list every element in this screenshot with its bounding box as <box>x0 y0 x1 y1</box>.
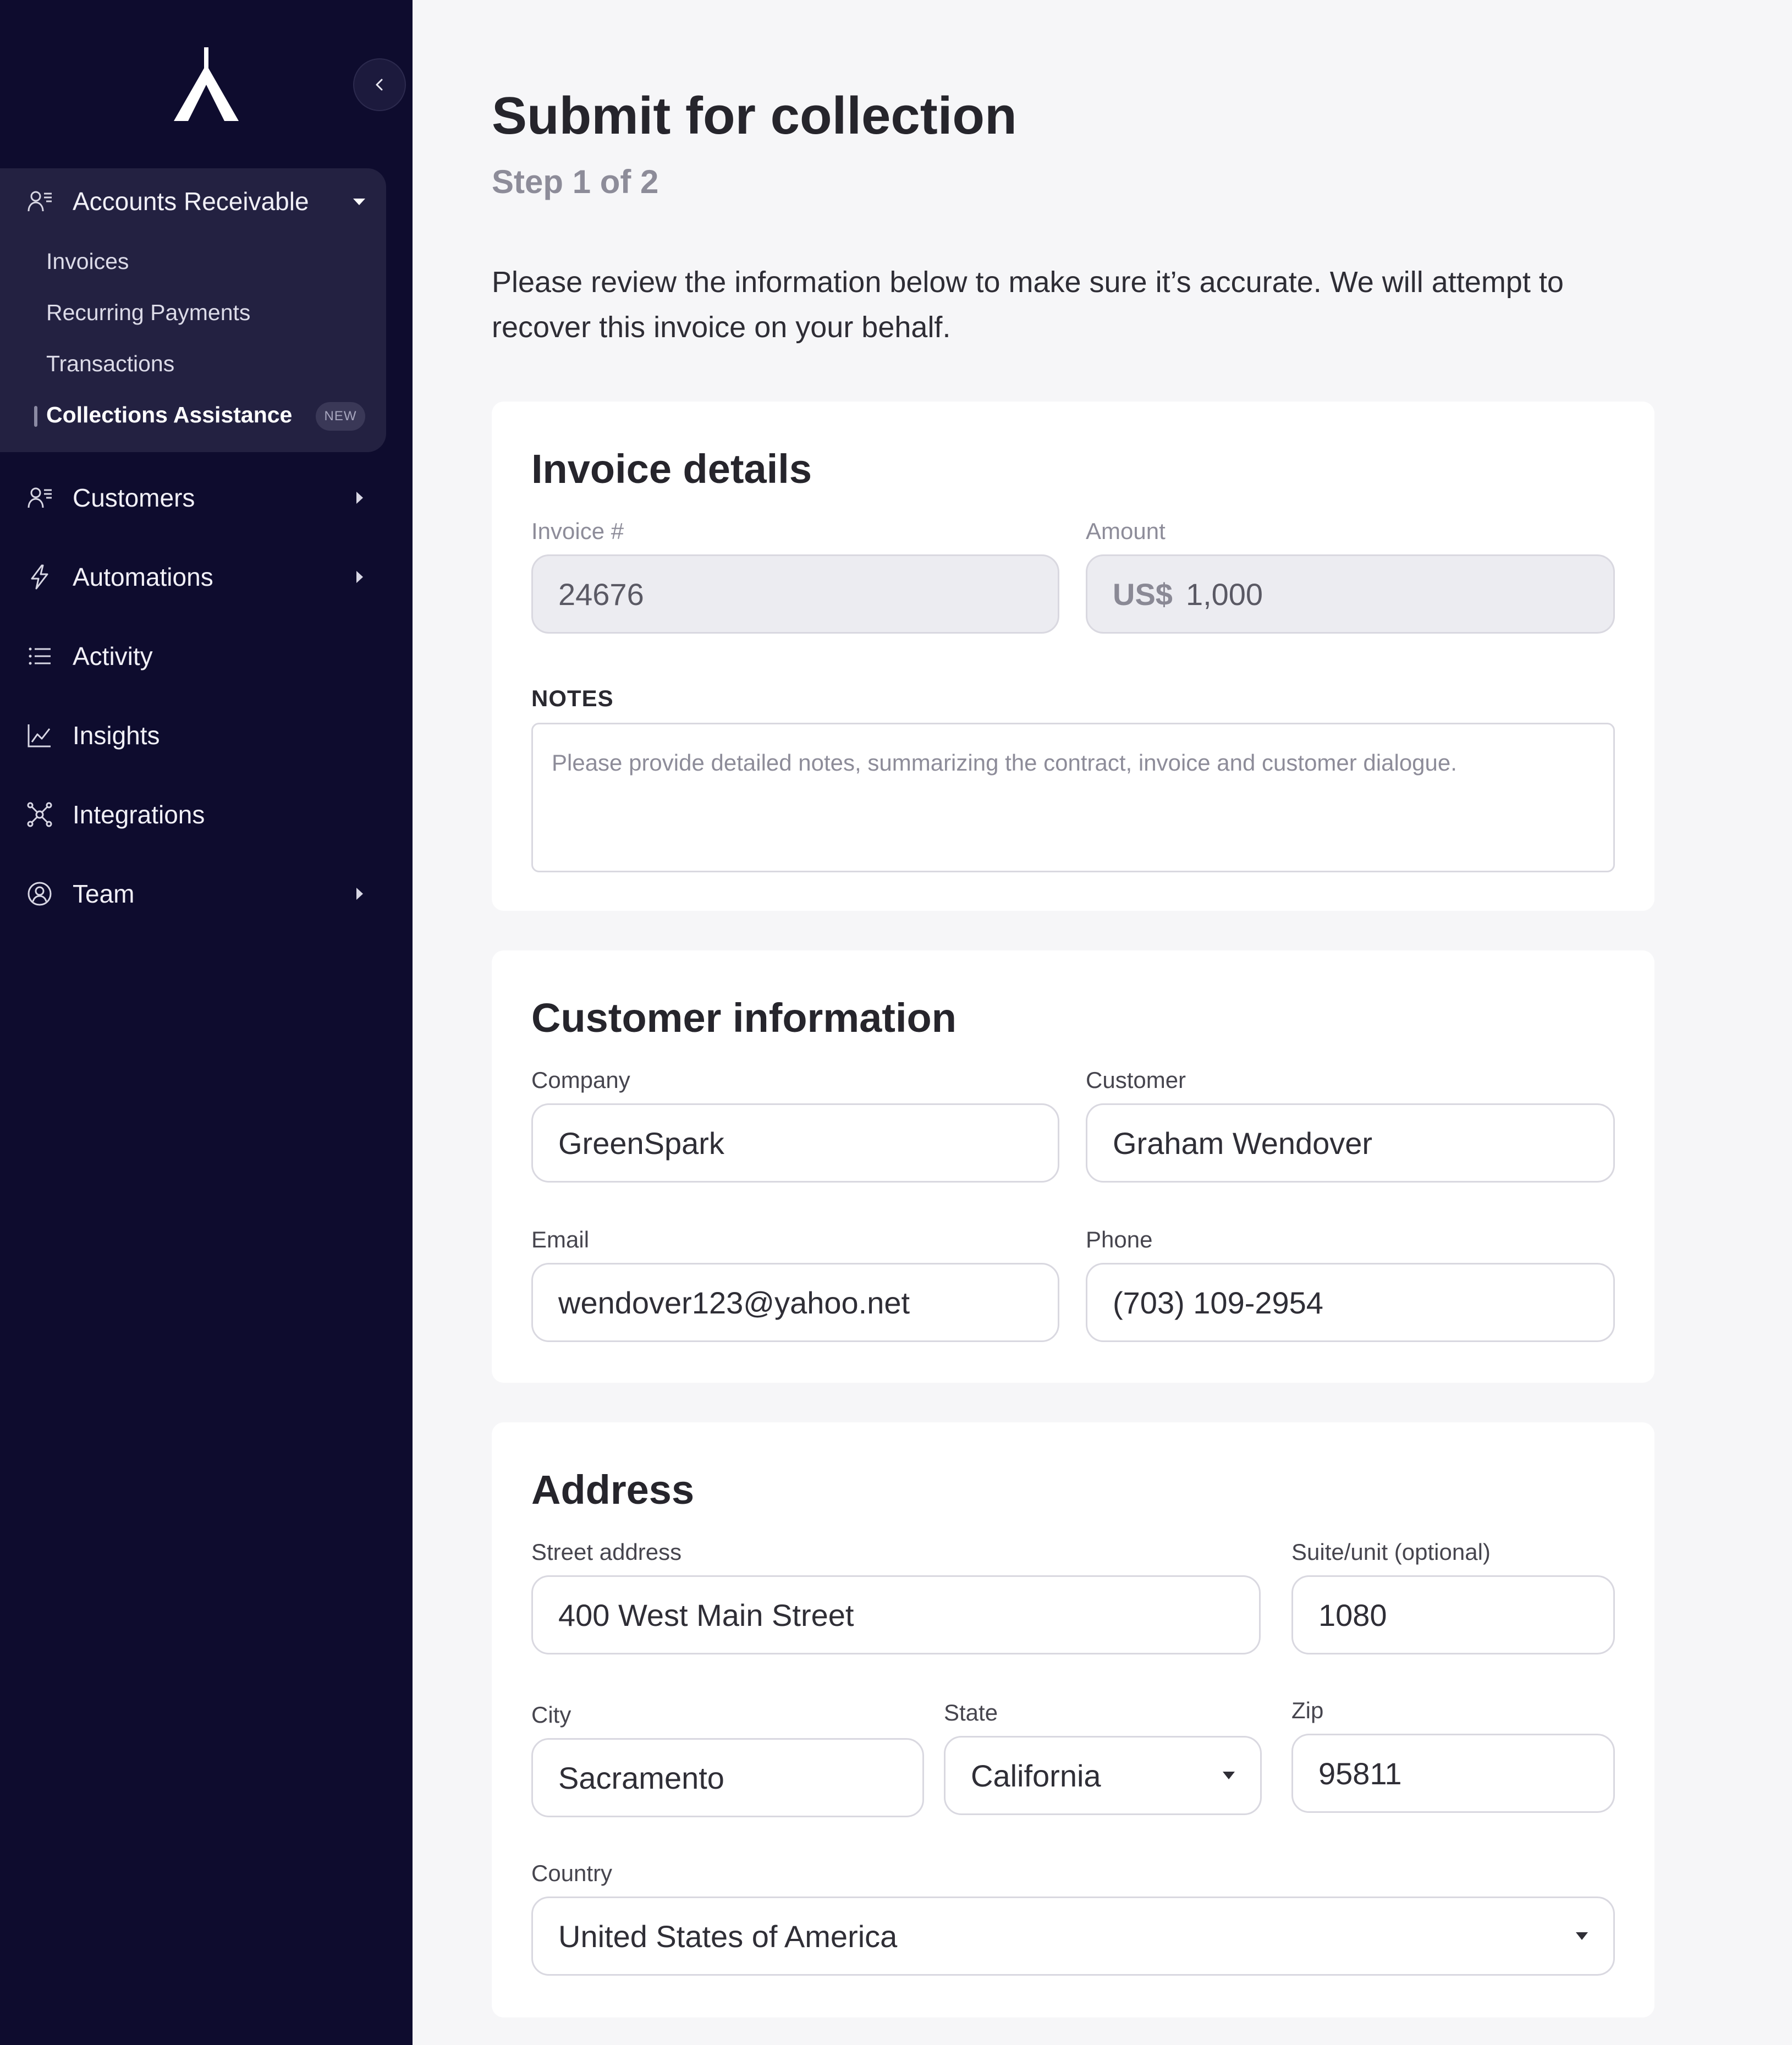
nav-label: Integrations <box>73 800 205 829</box>
user-circle-icon <box>28 882 52 906</box>
email-input[interactable]: wendover123@yahoo.net <box>531 1263 1059 1342</box>
nav-customers[interactable]: Customers <box>0 465 386 531</box>
nav-label: Customers <box>73 483 195 512</box>
city-label: City <box>531 1702 571 1728</box>
country-select[interactable]: United States of America <box>531 1896 1615 1976</box>
caret-down-icon <box>353 199 365 205</box>
nav-integrations[interactable]: Integrations <box>0 782 386 848</box>
dropdown-arrow-icon <box>1223 1772 1235 1779</box>
street-input[interactable]: 400 West Main Street <box>531 1575 1261 1654</box>
suite-value: 1080 <box>1318 1597 1387 1632</box>
country-value: United States of America <box>558 1918 898 1954</box>
customer-information-card: Customer information Company GreenSpark … <box>492 950 1654 1383</box>
list-icon <box>29 647 51 665</box>
nav-label: Automations <box>73 563 213 591</box>
customer-value: Graham Wendover <box>1113 1125 1373 1161</box>
customer-label: Customer <box>1086 1067 1186 1093</box>
nav-insights[interactable]: Insights <box>0 702 386 768</box>
company-input[interactable]: GreenSpark <box>531 1103 1059 1183</box>
sidebar-item-transactions[interactable]: Transactions <box>46 351 174 377</box>
lightning-icon <box>31 564 48 590</box>
caret-right-icon <box>356 571 363 583</box>
page-title: Submit for collection <box>492 86 1017 145</box>
card-title: Customer information <box>531 995 957 1041</box>
card-title: Address <box>531 1467 695 1513</box>
intro-text: Please review the information below to m… <box>492 266 1564 344</box>
state-select[interactable]: California <box>944 1736 1262 1815</box>
sidebar-item-recurring-payments[interactable]: Recurring Payments <box>46 300 250 326</box>
step-indicator: Step 1 of 2 <box>492 163 659 200</box>
sidebar-item-collections-assistance[interactable]: Collections Assistance <box>46 402 292 428</box>
nav-label: Team <box>73 879 135 908</box>
nav-activity[interactable]: Activity <box>0 623 386 689</box>
invoice-number-field: 24676 <box>531 554 1059 634</box>
new-badge: NEW <box>316 402 365 431</box>
invoice-number-value: 24676 <box>558 576 644 612</box>
nav-label: Insights <box>73 721 160 750</box>
state-label: State <box>944 1700 998 1725</box>
caret-right-icon <box>356 492 363 504</box>
amount-label: Amount <box>1086 518 1166 544</box>
notes-placeholder: Please provide detailed notes, summarizi… <box>552 750 1457 776</box>
amount-value: 1,000 <box>1185 576 1263 612</box>
phone-value: (703) 109-2954 <box>1113 1285 1323 1320</box>
zip-value: 95811 <box>1318 1756 1402 1791</box>
email-value: wendover123@yahoo.net <box>558 1285 910 1320</box>
currency-prefix: US$ <box>1113 576 1173 612</box>
zip-label: Zip <box>1291 1697 1324 1723</box>
suite-input[interactable]: 1080 <box>1291 1575 1615 1654</box>
phone-label: Phone <box>1086 1227 1153 1252</box>
sidebar: Accounts Receivable Invoices Recurring P… <box>0 0 413 2045</box>
nav-label: Accounts Receivable <box>73 187 309 216</box>
dropdown-arrow-icon <box>1576 1932 1588 1940</box>
city-value: Sacramento <box>558 1760 724 1795</box>
customer-input[interactable]: Graham Wendover <box>1086 1103 1615 1183</box>
invoice-number-label: Invoice # <box>531 518 624 544</box>
collapse-sidebar-button[interactable] <box>353 58 406 111</box>
phone-input[interactable]: (703) 109-2954 <box>1086 1263 1615 1342</box>
caret-right-icon <box>356 888 363 900</box>
country-label: Country <box>531 1860 613 1886</box>
address-card: Address Street address 400 West Main Str… <box>492 1422 1654 2017</box>
chart-icon <box>28 724 51 747</box>
nav-label: Activity <box>73 642 153 670</box>
email-label: Email <box>531 1227 590 1252</box>
nav-team[interactable]: Team <box>0 861 386 927</box>
nav-accounts-receivable[interactable]: Accounts Receivable <box>0 168 386 234</box>
logo <box>174 47 239 121</box>
company-value: GreenSpark <box>558 1125 724 1161</box>
street-label: Street address <box>531 1539 682 1565</box>
amount-field: US$ 1,000 <box>1086 554 1615 634</box>
active-indicator <box>34 406 37 427</box>
users-list-icon <box>28 487 52 508</box>
sidebar-item-invoices[interactable]: Invoices <box>46 249 129 274</box>
suite-label: Suite/unit (optional) <box>1291 1539 1491 1565</box>
users-list-icon <box>28 191 52 212</box>
chevron-left-icon <box>376 79 383 91</box>
invoice-details-card: Invoice details Invoice # 24676 Amount U… <box>492 402 1654 911</box>
notes-label: NOTES <box>531 685 614 711</box>
integrations-icon <box>27 802 52 827</box>
card-title: Invoice details <box>531 446 812 492</box>
zip-input[interactable]: 95811 <box>1291 1734 1615 1813</box>
notes-textarea[interactable]: Please provide detailed notes, summarizi… <box>531 723 1615 872</box>
state-value: California <box>971 1758 1101 1793</box>
company-label: Company <box>531 1067 630 1093</box>
nav-automations[interactable]: Automations <box>0 544 386 610</box>
street-value: 400 West Main Street <box>558 1597 854 1632</box>
city-input[interactable]: Sacramento <box>531 1738 924 1817</box>
